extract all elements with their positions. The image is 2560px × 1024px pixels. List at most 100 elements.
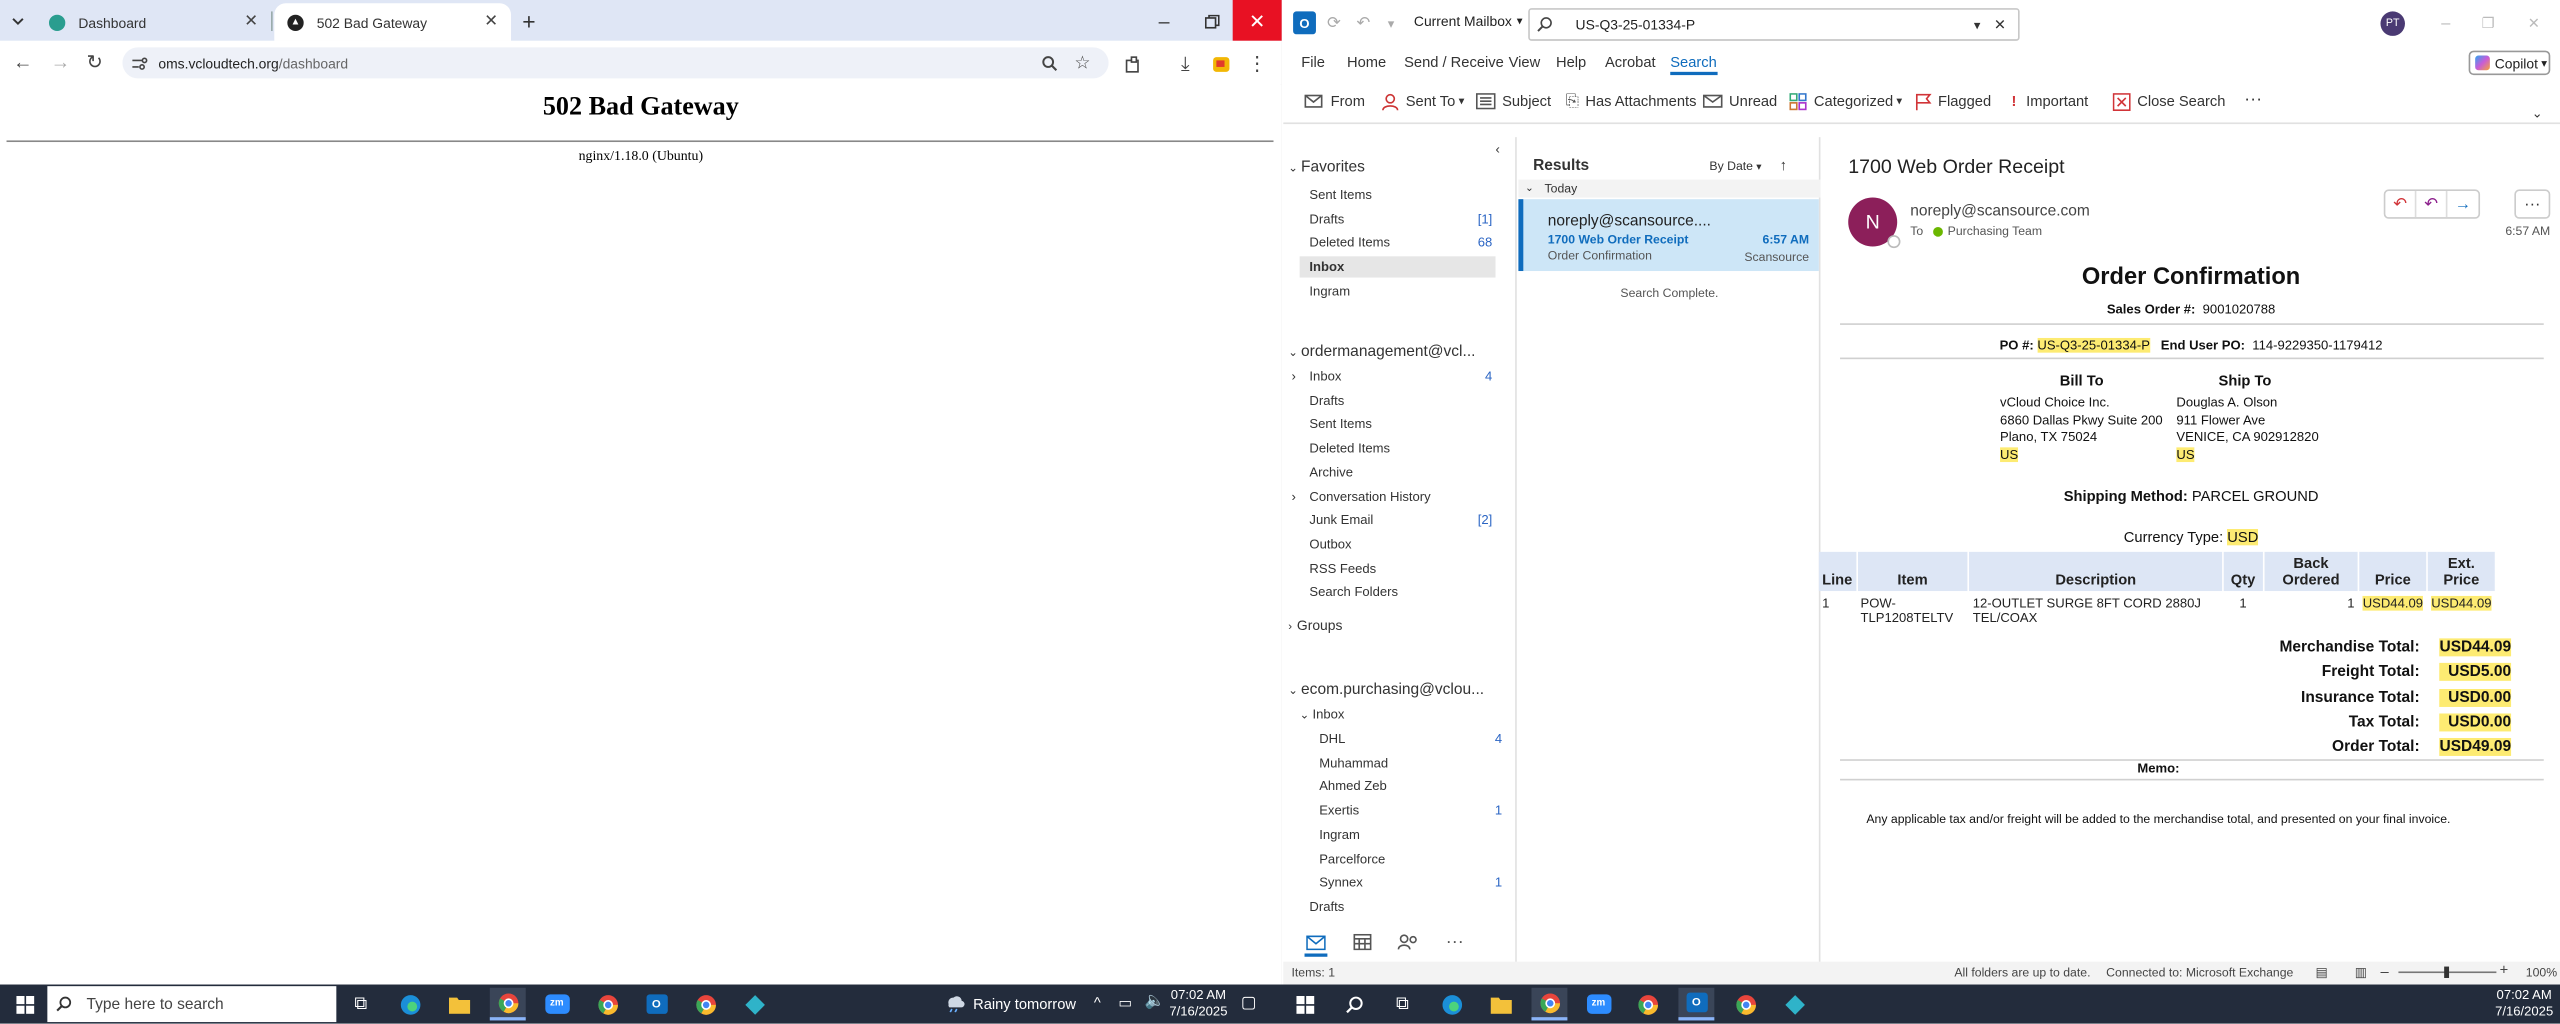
chevron-right-icon[interactable]: › <box>1291 366 1295 387</box>
account2-header[interactable]: ⌄ ecom.purchasing@vclou... <box>1288 681 1513 699</box>
menu-search[interactable]: Search <box>1670 54 1717 76</box>
tab-502[interactable]: ▲ 502 Bad Gateway ✕ <box>274 3 512 41</box>
close-window-icon[interactable]: ✕ <box>1232 0 1282 41</box>
task-view-icon[interactable]: ⧉ <box>1385 988 1421 1021</box>
folder-item[interactable]: Inbox <box>1299 256 1496 278</box>
collapse-ribbon-icon[interactable]: ⌄ <box>2527 104 2547 120</box>
chrome-profile-2-icon[interactable] <box>687 988 723 1021</box>
filter-important-button[interactable]: ! Important <box>2011 90 2088 113</box>
edge-icon[interactable] <box>1434 988 1470 1021</box>
folder-item[interactable]: Synnex 1 <box>1319 872 1502 893</box>
folder-item[interactable]: Archive <box>1309 462 1492 483</box>
task-view-icon[interactable]: ⧉ <box>343 988 379 1021</box>
email-from[interactable]: noreply@scansource.com <box>1910 202 2090 220</box>
favorites-header[interactable]: ⌄ Favorites <box>1288 158 1513 176</box>
download-icon[interactable]: ⤓ <box>1172 51 1198 77</box>
folder-item[interactable]: Exertis 1 <box>1319 800 1502 821</box>
reply-icon[interactable]: ↶ <box>2385 191 2417 218</box>
zoom-app-icon[interactable]: zm <box>539 988 575 1021</box>
minimize-icon[interactable]: – <box>1151 8 1177 34</box>
chrome-profile-2-icon[interactable] <box>1727 988 1763 1021</box>
chevron-right-icon[interactable]: › <box>1291 486 1295 507</box>
filter-attachments-button[interactable]: ⎘ Has Attachments <box>1566 90 1697 113</box>
account2-inbox[interactable]: ⌄ Inbox <box>1300 704 1483 725</box>
clock-right[interactable]: 07:02 AM 7/16/2025 <box>2492 988 2557 1021</box>
reload-icon[interactable]: ↻ <box>82 49 108 75</box>
forward-icon[interactable]: → <box>47 49 73 75</box>
folder-item[interactable]: Outbox <box>1309 534 1492 555</box>
close-window-icon[interactable]: ✕ <box>2524 13 2544 33</box>
calendar-icon[interactable] <box>1349 931 1375 954</box>
weather-widget[interactable]: Rainy tomorrow <box>944 994 1076 1013</box>
app-diamond-icon[interactable] <box>736 988 772 1021</box>
address-bar[interactable]: oms.vcloudtech.org/dashboard ☆ <box>122 47 1109 79</box>
folder-item[interactable]: Sent Items <box>1309 414 1492 435</box>
collapse-pane-icon[interactable]: ‹ <box>1496 142 1500 157</box>
windows-start-icon[interactable] <box>1287 988 1323 1021</box>
file-explorer-icon[interactable] <box>441 988 477 1021</box>
outlook-taskbar-icon[interactable]: O <box>1678 987 1715 1021</box>
folder-item[interactable]: Ingram <box>1319 824 1502 845</box>
folder-item[interactable]: Muhammad <box>1319 752 1502 773</box>
people-icon[interactable] <box>1394 931 1420 954</box>
undo-icon[interactable]: ↶ <box>1354 13 1374 33</box>
windows-start-icon[interactable] <box>7 988 43 1021</box>
menu-file[interactable]: File <box>1301 54 1325 70</box>
mailbox-scope-dropdown[interactable]: Current Mailbox ▾ <box>1414 13 1523 29</box>
folder-item[interactable]: Junk Email [2] <box>1309 510 1492 531</box>
zoom-icon[interactable] <box>1037 50 1063 76</box>
folder-item[interactable]: Parcelforce <box>1319 848 1502 869</box>
volume-icon[interactable]: 🔈 <box>1145 993 1165 1011</box>
notification-icon[interactable]: ▢ <box>1241 994 1256 1012</box>
search-input[interactable]: US-Q3-25-01334-P <box>1576 16 1696 32</box>
normal-view-icon[interactable]: ▤ <box>2312 963 2332 981</box>
taskbar-search-box[interactable]: Type here to search <box>47 986 337 1023</box>
sort-direction-icon[interactable]: ↑ <box>1780 157 1787 173</box>
zoom-out-icon[interactable]: – <box>2380 963 2388 979</box>
sort-dropdown[interactable]: By Date ▾ <box>1709 158 1761 173</box>
search-scope-chevron-icon[interactable]: ▾ <box>1966 17 1989 32</box>
tab-dashboard[interactable]: Dashboard ✕ <box>36 3 271 41</box>
menu-home[interactable]: Home <box>1347 54 1386 70</box>
folder-item[interactable]: Search Folders <box>1309 582 1492 603</box>
folder-item[interactable]: Deleted Items <box>1309 438 1492 459</box>
clear-search-icon[interactable]: ✕ <box>1989 16 2012 34</box>
copilot-button[interactable]: Copilot ▾ <box>2468 50 2551 76</box>
zoom-app-icon[interactable]: zm <box>1580 988 1616 1021</box>
extensions-icon[interactable] <box>1120 51 1146 77</box>
edge-icon[interactable] <box>392 988 428 1021</box>
folder-item[interactable]: Sent Items <box>1309 184 1492 205</box>
filter-unread-button[interactable]: Unread <box>1702 90 1777 113</box>
more-options-icon[interactable]: ··· <box>2242 88 2265 111</box>
chrome-menu-icon[interactable]: ⋮ <box>1246 51 1269 77</box>
close-tab-icon[interactable]: ✕ <box>484 13 498 31</box>
filter-flagged-button[interactable]: Flagged <box>1915 90 1991 113</box>
folder-item[interactable]: Drafts [1] <box>1309 208 1492 229</box>
new-tab-icon[interactable]: + <box>516 8 542 34</box>
more-actions-icon[interactable]: ··· <box>2514 189 2551 219</box>
chrome-profile-icon[interactable] <box>589 988 625 1021</box>
account1-header[interactable]: ⌄ ordermanagement@vcl... <box>1288 343 1513 361</box>
profile-extension-icon[interactable] <box>1208 51 1234 77</box>
message-item[interactable]: noreply@scansource.... 1700 Web Order Re… <box>1518 199 1819 272</box>
folder-item[interactable]: › Conversation History <box>1291 486 1492 507</box>
search-box[interactable]: US-Q3-25-01334-P ▾ ✕ <box>1528 8 2020 41</box>
folder-item[interactable]: DHL 4 <box>1319 728 1502 749</box>
mail-icon[interactable] <box>1303 931 1329 954</box>
network-icon[interactable]: ▭ <box>1118 994 1132 1012</box>
folder-item[interactable]: RSS Feeds <box>1309 558 1492 579</box>
groups-header[interactable]: › Groups <box>1288 617 1513 633</box>
reading-view-icon[interactable]: ▥ <box>2351 963 2371 981</box>
folder-item[interactable]: Ahmed Zeb <box>1319 776 1502 797</box>
close-tab-icon[interactable]: ✕ <box>244 13 258 31</box>
folder-item[interactable]: Ingram <box>1309 280 1492 301</box>
more-apps-icon[interactable]: ··· <box>1442 931 1468 954</box>
account2-drafts[interactable]: Drafts <box>1309 896 1492 917</box>
bookmark-star-icon[interactable]: ☆ <box>1069 50 1095 76</box>
site-info-icon[interactable] <box>126 48 155 77</box>
chrome-taskbar-icon[interactable] <box>489 987 526 1021</box>
outlook-taskbar-icon[interactable]: O <box>638 988 674 1021</box>
send-receive-icon[interactable]: ⟳ <box>1324 13 1344 33</box>
tab-search-icon[interactable] <box>7 10 30 33</box>
zoom-in-icon[interactable]: + <box>2500 962 2509 978</box>
